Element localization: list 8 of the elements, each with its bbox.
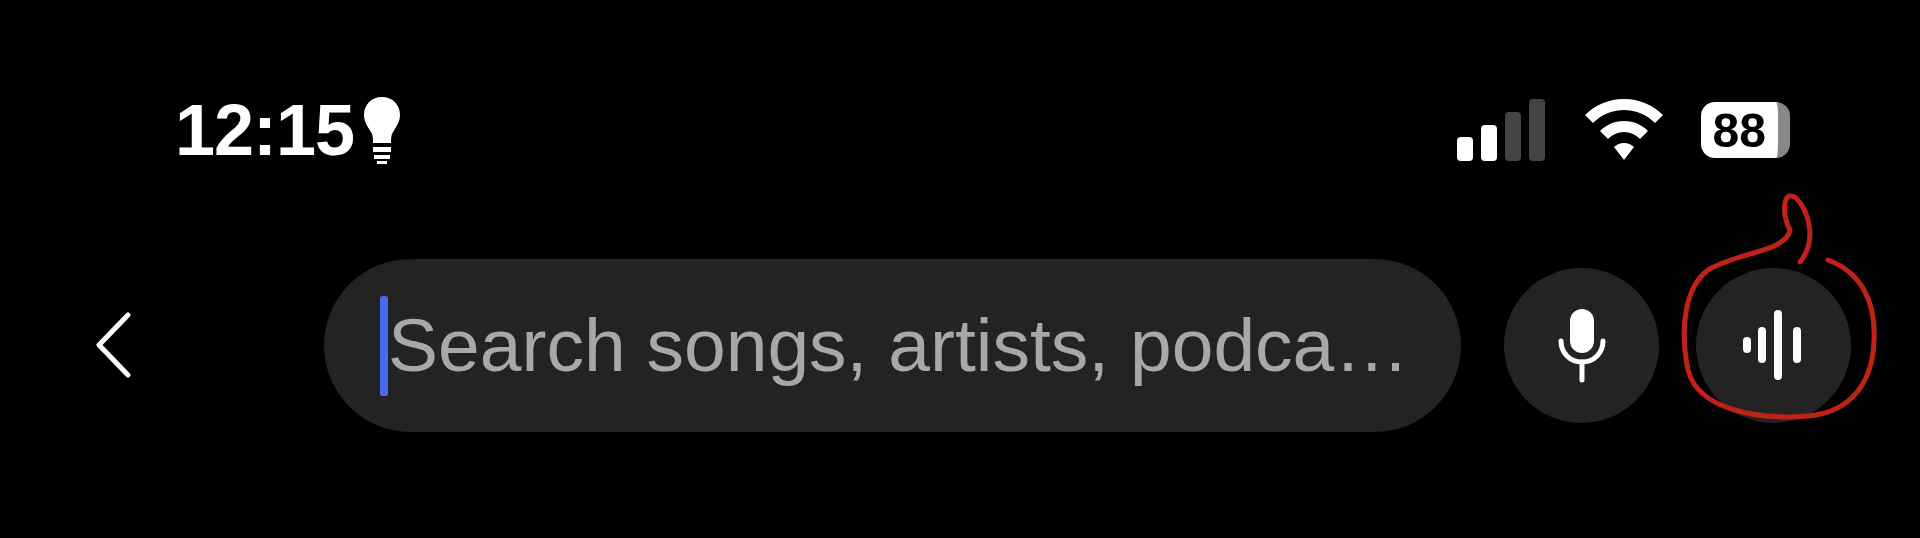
signal-icon xyxy=(1456,99,1547,161)
microphone-icon xyxy=(1556,307,1607,383)
search-field[interactable]: Search songs, artists, podca… xyxy=(324,258,1461,432)
lightbulb-icon xyxy=(362,95,403,165)
back-icon[interactable] xyxy=(95,312,131,378)
status-time: 12:15 xyxy=(175,94,355,166)
sound-search-button[interactable] xyxy=(1696,267,1851,423)
battery-level: 88 xyxy=(1700,102,1790,158)
